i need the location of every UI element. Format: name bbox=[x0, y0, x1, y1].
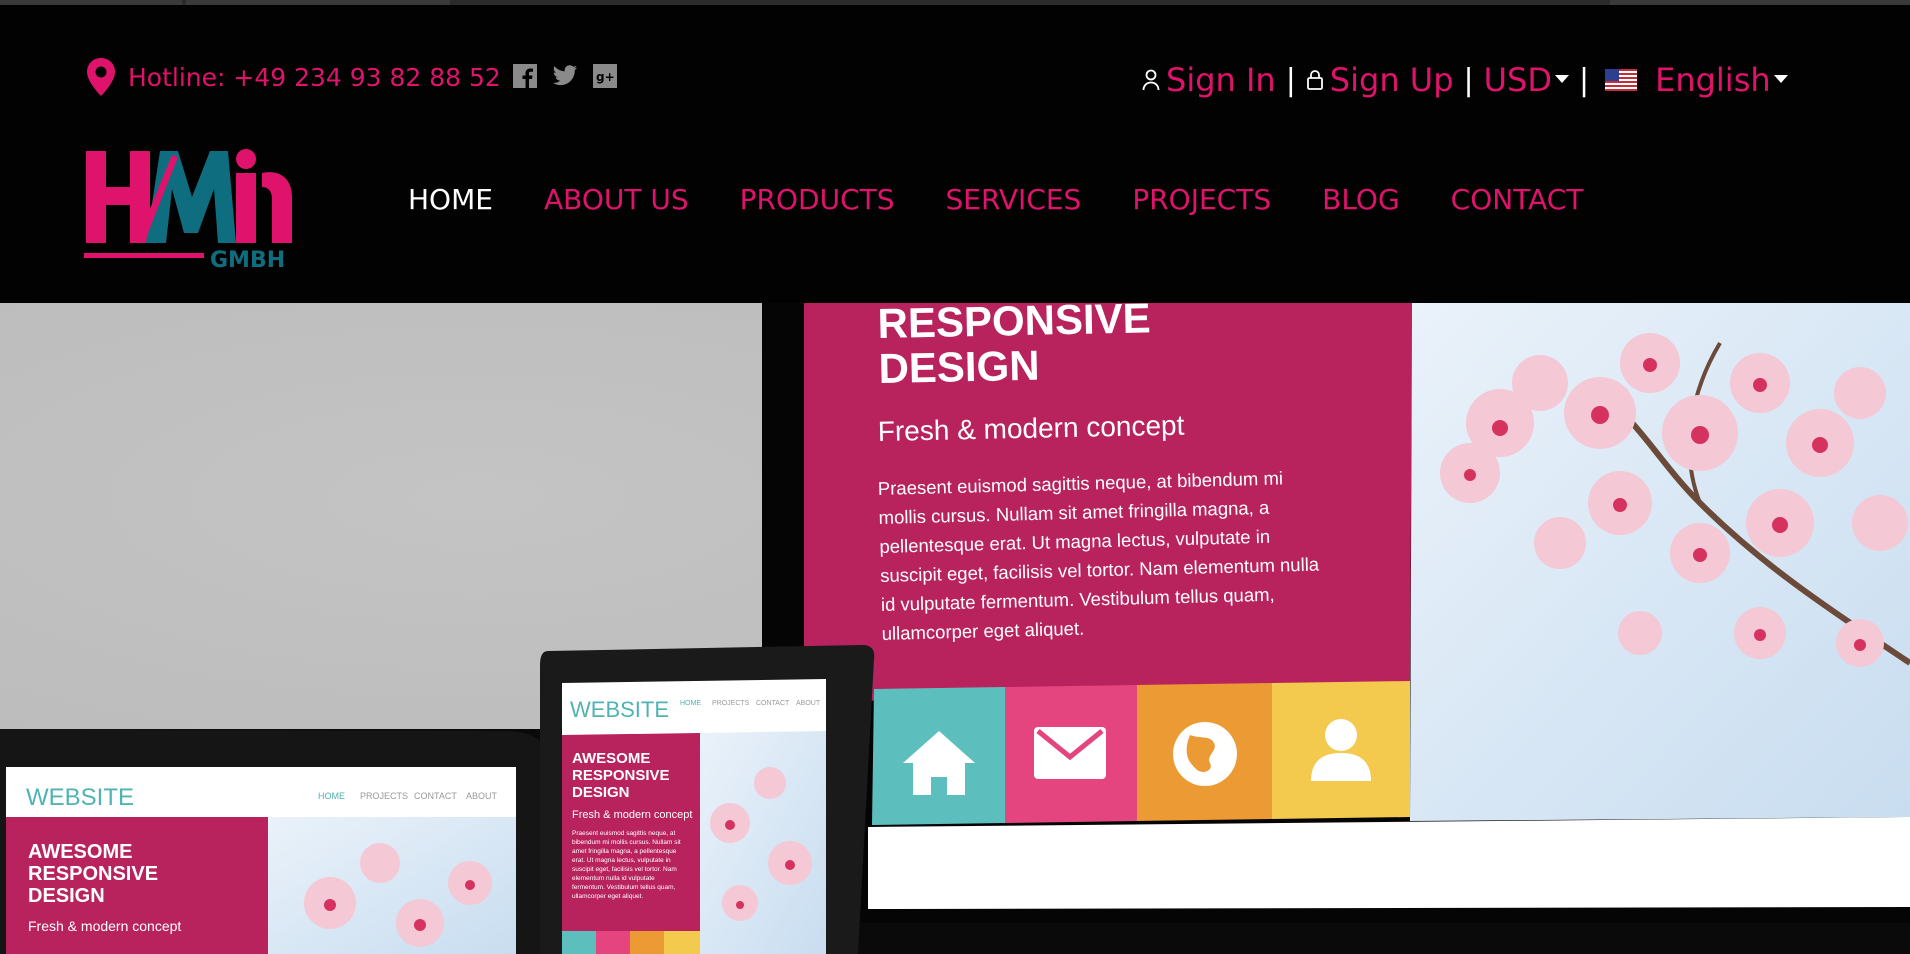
sign-in-link[interactable]: Sign In bbox=[1166, 61, 1276, 99]
google-plus-icon[interactable]: g+ bbox=[592, 63, 618, 89]
nav-item-products[interactable]: PRODUCTS bbox=[740, 183, 895, 216]
tablet-body-line: ullamcorper eget aliquet. bbox=[572, 893, 643, 900]
chevron-down-icon bbox=[1554, 75, 1569, 83]
separator: | bbox=[1285, 62, 1296, 98]
laptop-nav-item: CONTACT bbox=[414, 791, 457, 801]
tablet-body-line: elementum nulla id vulputate bbox=[572, 875, 655, 882]
tablet-body-line: bibendum mi mollis cursus. Nullam sit bbox=[572, 839, 681, 846]
account-bar: Sign In | Sign Up | USD | English bbox=[1142, 61, 1788, 99]
svg-text:g+: g+ bbox=[596, 70, 615, 84]
nav-item-home[interactable]: HOME bbox=[408, 183, 493, 216]
nav-item-services[interactable]: SERVICES bbox=[946, 183, 1082, 216]
tablet-heading-line: AWESOME bbox=[572, 750, 650, 767]
chevron-down-icon bbox=[1773, 75, 1788, 83]
us-flag-icon bbox=[1605, 69, 1638, 91]
mail-icon bbox=[1034, 727, 1106, 779]
lock-icon bbox=[1306, 70, 1323, 90]
language-label: English bbox=[1655, 61, 1771, 99]
laptop-subheading: Fresh & modern concept bbox=[28, 918, 181, 934]
tablet-body-line: Praesent euismod sagittis neque, at bbox=[572, 830, 676, 837]
nav-item-contact[interactable]: CONTACT bbox=[1451, 183, 1584, 216]
currency-label: USD bbox=[1483, 61, 1552, 99]
tablet-body-line: amet fringilla magna, a pellentesque bbox=[572, 848, 677, 855]
hero-image: RESPONSIVE DESIGN Fresh & modern concept… bbox=[0, 303, 1910, 954]
twitter-icon[interactable] bbox=[552, 63, 578, 89]
laptop-heading-line: DESIGN bbox=[28, 885, 105, 907]
monitor-heading-line2: DESIGN bbox=[878, 342, 1040, 392]
facebook-icon[interactable] bbox=[512, 63, 538, 89]
currency-dropdown[interactable]: USD bbox=[1484, 61, 1569, 99]
nav-item-about-us[interactable]: ABOUT US bbox=[544, 183, 689, 216]
separator: | bbox=[1463, 62, 1474, 98]
tablet-nav-item: CONTACT bbox=[756, 700, 790, 707]
hero-banner: RESPONSIVE DESIGN Fresh & modern concept… bbox=[0, 303, 1910, 954]
social-links: g+ bbox=[512, 63, 618, 89]
location-pin-icon bbox=[87, 58, 115, 96]
site-header: Hotline: +49 234 93 82 88 52 g+ Sign In … bbox=[0, 5, 1910, 303]
separator: | bbox=[1578, 62, 1590, 98]
logo-subtitle: GMBH bbox=[210, 248, 285, 271]
tablet-mockup: WEBSITE HOME PROJECTS CONTACT ABOUT AWES… bbox=[540, 645, 875, 954]
laptop-nav-item: HOME bbox=[318, 791, 345, 801]
main-nav: HOME ABOUT US PRODUCTS SERVICES PROJECTS… bbox=[408, 183, 1583, 216]
tablet-subheading: Fresh & modern concept bbox=[572, 809, 692, 821]
laptop-heading-line: RESPONSIVE bbox=[28, 863, 158, 885]
page: Hotline: +49 234 93 82 88 52 g+ Sign In … bbox=[0, 0, 1910, 954]
laptop-nav-item: ABOUT bbox=[466, 791, 498, 801]
tablet-body-line: fermentum. Vestibulum tellus quam, bbox=[572, 884, 676, 891]
tablet-body-line: erat. Ut magna lectus, vulputate in bbox=[572, 857, 671, 864]
tablet-heading-line: DESIGN bbox=[572, 784, 630, 801]
hotline-text: Hotline: +49 234 93 82 88 52 bbox=[128, 62, 501, 92]
laptop-brand: WEBSITE bbox=[26, 784, 134, 811]
laptop-nav-item: PROJECTS bbox=[360, 791, 408, 801]
tablet-body-line: suscipit eget, facilisis vel tortor. Nam bbox=[572, 866, 677, 873]
laptop-heading-line: AWESOME bbox=[28, 841, 132, 863]
hmi-logo[interactable]: GMBH bbox=[84, 147, 314, 271]
tablet-nav-item: PROJECTS bbox=[712, 700, 750, 707]
sign-up-link[interactable]: Sign Up bbox=[1330, 61, 1454, 99]
language-dropdown[interactable]: English bbox=[1655, 61, 1788, 99]
tablet-heading-line: RESPONSIVE bbox=[572, 767, 670, 784]
monitor-subheading: Fresh & modern concept bbox=[877, 410, 1184, 447]
laptop-mockup: WEBSITE HOME PROJECTS CONTACT ABOUT AWES… bbox=[0, 729, 550, 954]
hotline[interactable]: Hotline: +49 234 93 82 88 52 bbox=[84, 57, 501, 97]
globe-icon bbox=[1173, 722, 1237, 786]
nav-item-blog[interactable]: BLOG bbox=[1322, 183, 1400, 216]
tablet-nav-item: HOME bbox=[680, 700, 701, 707]
nav-item-projects[interactable]: PROJECTS bbox=[1132, 183, 1271, 216]
monitor-heading-line1: RESPONSIVE bbox=[877, 303, 1151, 347]
user-icon bbox=[1142, 69, 1160, 91]
tablet-brand: WEBSITE bbox=[570, 697, 669, 722]
tablet-nav-item: ABOUT bbox=[796, 700, 821, 707]
